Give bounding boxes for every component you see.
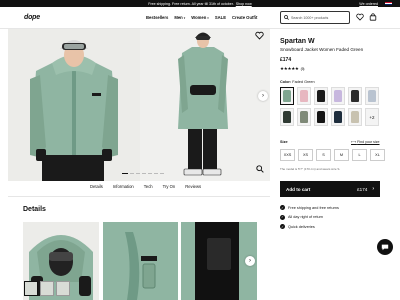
announcement-shop-link[interactable]: Shop now [236,2,252,6]
more-colors-button[interactable]: +2 [365,108,379,126]
gallery-dot[interactable] [142,173,146,174]
gallery-dot[interactable] [130,173,134,174]
color-swatch[interactable] [314,108,328,126]
tab-reviews[interactable]: Reviews [185,184,201,189]
nav-women[interactable]: Women▾ [191,15,209,20]
color-value: Faded Green [292,80,315,84]
chevron-right-icon: › [262,93,264,99]
thumbnail[interactable] [24,281,38,296]
tab-information[interactable]: Information [113,184,134,189]
perks-list: ✓ Free shipping and free returns ✓ All day… [280,205,339,229]
chat-bubble-icon [381,244,389,251]
color-swatch[interactable] [297,87,311,105]
gallery-dot[interactable] [154,173,158,174]
size-option[interactable]: XS [298,149,313,161]
color-label: Color: Faded Green [280,80,315,84]
gallery-dots [122,173,164,174]
size-option[interactable]: L [352,149,367,161]
size-note: The model is 5'7" (170 cm) and wears siz… [280,167,341,171]
color-swatch[interactable] [297,108,311,126]
color-swatch[interactable] [365,87,379,105]
details-next-button[interactable]: › [245,256,255,266]
check-icon: ✓ [280,214,285,220]
product-photo-front [8,29,140,181]
color-swatch[interactable] [314,87,328,105]
cart-price: £174 [357,186,368,192]
uk-flag-icon[interactable] [385,2,392,6]
product-title: Spartan W [280,38,315,45]
add-to-cart-button[interactable]: Add to cart £174 › [280,181,380,197]
search-input[interactable]: Search 1000+ products [280,11,350,24]
find-your-size-link[interactable]: ⟷ Find your size [351,140,380,144]
ruler-icon: ⟷ [351,140,357,144]
wishlist-heart-icon[interactable] [356,13,364,21]
site-header: dope Bestsellers Men▾ Women▾ SALE Create… [0,7,400,29]
size-option[interactable]: S [316,149,331,161]
tab-tech[interactable]: Tech [144,184,153,189]
color-swatch[interactable] [348,108,362,126]
rating-stars[interactable]: ★★★★★ (5) [280,66,304,72]
nav-create-outfit[interactable]: Create Outfit [232,15,257,20]
chat-button[interactable] [377,239,393,255]
gallery-dot[interactable] [148,173,152,174]
gallery-dot[interactable] [160,173,164,174]
size-selector: XXS XS S M L XL [280,149,385,161]
chevron-right-icon: › [372,186,374,192]
add-to-cart-label: Add to cart [286,186,311,192]
size-label: Size [280,140,288,144]
star-icons: ★★★★★ [280,66,299,71]
product-photo-side [140,29,270,181]
tab-try-on[interactable]: Try On [163,184,176,189]
search-placeholder: Search 1000+ products [291,15,329,20]
favorite-heart-icon[interactable] [255,31,264,40]
thumbnail[interactable] [56,281,70,296]
review-count: (5) [300,67,305,71]
detail-photo-sleeve[interactable] [103,222,178,300]
perk-item: ✓ All day right of return [280,214,324,220]
chevron-right-icon: › [249,258,251,264]
gallery-dot[interactable] [136,173,140,174]
size-option[interactable]: XXS [280,149,295,161]
product-gallery[interactable] [8,29,270,181]
gallery-dot[interactable] [122,173,128,174]
cart-bag-icon[interactable] [369,13,377,21]
announcement-bar: Free shipping. Free return. All year til… [0,0,400,7]
nav-sale[interactable]: SALE [215,15,226,20]
details-heading: Details [23,206,46,213]
color-swatches: +2 [280,87,379,126]
color-swatch[interactable] [331,108,345,126]
check-icon: ✓ [280,224,285,229]
product-tabs: Details Information Tech Try On Reviews [90,184,201,189]
zoom-icon[interactable] [256,165,264,173]
announcement-text: Free shipping. Free return. All year til… [148,1,234,6]
thumbnail[interactable] [40,281,54,296]
tab-details[interactable]: Details [90,184,103,189]
region-link[interactable]: We ordered [359,2,378,6]
gallery-next-button[interactable]: › [258,91,268,101]
color-swatch[interactable] [331,87,345,105]
check-icon: ✓ [280,205,285,210]
size-option[interactable]: XL [370,149,385,161]
perk-item: ✓ Quick deliveries [280,224,315,229]
product-subtitle: Snowboard Jacket Women Faded Green [280,47,364,52]
logo[interactable]: dope [24,14,40,21]
product-price: £174 [280,57,292,63]
chevron-down-icon: ▾ [207,16,209,20]
color-swatch[interactable] [280,87,294,105]
detail-thumbnails [24,281,70,296]
nav-men[interactable]: Men▾ [174,15,185,20]
size-option[interactable]: M [334,149,349,161]
main-nav: Bestsellers Men▾ Women▾ SALE Create Outf… [146,15,257,20]
search-icon [284,15,289,20]
perk-item: ✓ Free shipping and free returns [280,205,339,210]
chevron-down-icon: ▾ [183,16,186,20]
divider [8,196,270,197]
color-swatch[interactable] [280,108,294,126]
nav-bestsellers[interactable]: Bestsellers [146,15,168,20]
color-swatch[interactable] [348,87,362,105]
